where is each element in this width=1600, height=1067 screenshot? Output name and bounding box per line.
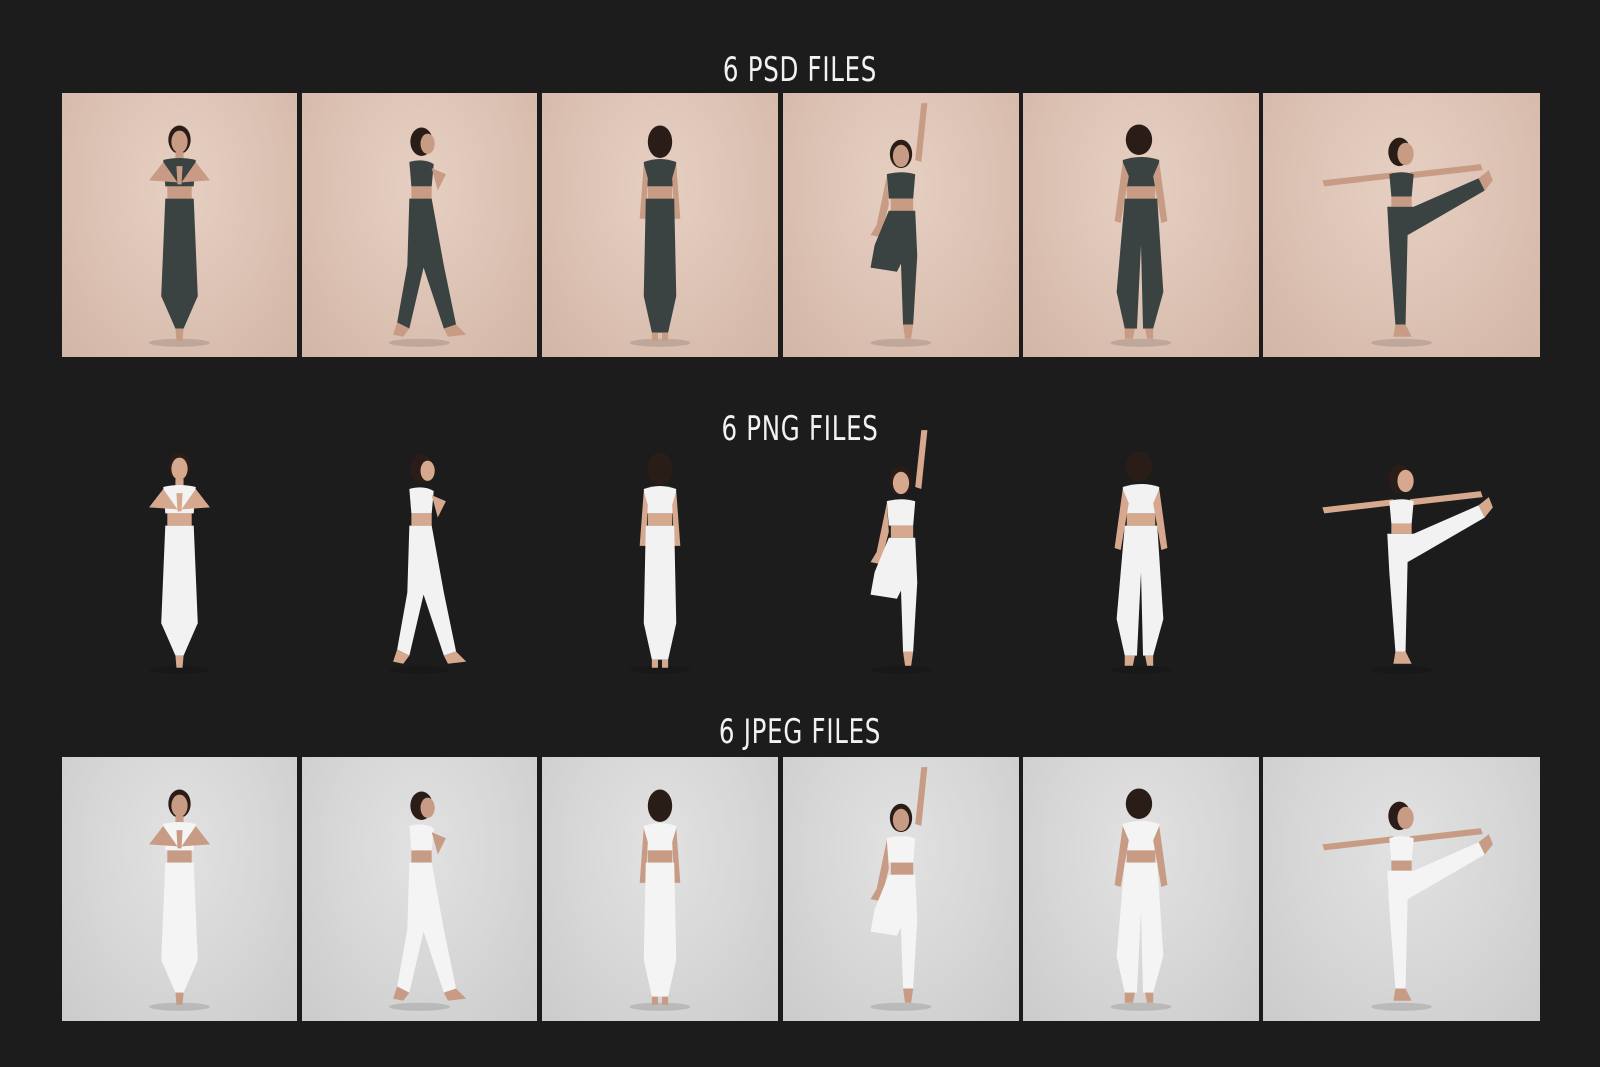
jpeg-image-4 <box>783 757 1019 1021</box>
jpeg-figure-prayer-side <box>389 791 467 1011</box>
psd-image-2 <box>302 93 537 357</box>
psd-image-3 <box>542 93 778 357</box>
psd-figure-prayer-side <box>389 127 467 347</box>
png-figure-prayer-side <box>389 454 467 674</box>
png-figure-prayer-front <box>149 452 210 674</box>
png-figure-dancer-balance <box>1322 464 1493 674</box>
psd-image-4 <box>783 93 1019 357</box>
png-image-4 <box>783 420 1019 684</box>
png-figure-back-turned <box>1110 451 1172 674</box>
png-image-3 <box>542 420 778 684</box>
jpeg-image-2 <box>302 757 537 1021</box>
jpeg-image-row <box>0 757 1600 1021</box>
jpeg-image-1 <box>62 757 297 1021</box>
png-image-2 <box>302 420 537 684</box>
psd-section-title: 6 PSD FILES <box>722 50 878 91</box>
png-figure-tree-arm-up <box>870 430 932 674</box>
psd-figure-dancer-balance <box>1322 137 1493 347</box>
png-image-row <box>0 420 1600 684</box>
png-image-5 <box>1023 420 1259 684</box>
jpeg-figure-tree-arm-up <box>870 767 932 1011</box>
psd-figure-prayer-front <box>149 125 210 347</box>
jpeg-image-3 <box>542 757 778 1021</box>
psd-image-5 <box>1023 93 1259 357</box>
psd-figure-back-turned <box>1110 124 1172 347</box>
jpeg-figure-prayer-front <box>149 789 210 1011</box>
jpeg-image-6 <box>1263 757 1540 1021</box>
psd-figure-tree-arm-up <box>870 103 932 347</box>
psd-image-6 <box>1263 93 1540 357</box>
jpeg-figure-back-turned <box>1110 788 1172 1011</box>
psd-image-row <box>0 93 1600 357</box>
jpeg-image-5 <box>1023 757 1259 1021</box>
jpeg-section-title: 6 JPEG FILES <box>718 712 882 753</box>
png-figure-back <box>629 452 691 674</box>
png-image-1 <box>62 420 297 684</box>
png-image-6 <box>1263 420 1540 684</box>
psd-figure-back <box>629 125 691 347</box>
jpeg-figure-dancer-balance <box>1322 801 1493 1011</box>
psd-image-1 <box>62 93 297 357</box>
jpeg-figure-back <box>629 789 691 1011</box>
